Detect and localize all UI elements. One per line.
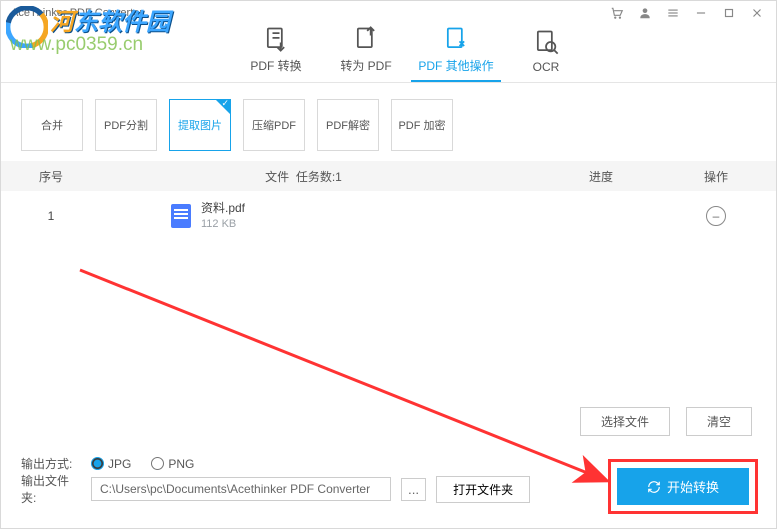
output-format-label: 输出方式: xyxy=(21,455,81,472)
col-file: 文件 任务数:1 xyxy=(81,168,526,185)
col-index: 序号 xyxy=(21,168,81,185)
remove-row-button[interactable]: – xyxy=(706,206,726,226)
output-path-field[interactable]: C:\Users\pc\Documents\Acethinker PDF Con… xyxy=(91,477,391,501)
col-progress: 进度 xyxy=(526,168,676,185)
user-icon[interactable] xyxy=(636,4,654,22)
browse-button[interactable]: ... xyxy=(401,478,426,501)
file-icon xyxy=(171,204,191,228)
subtab-extract-image[interactable]: 提取图片 xyxy=(169,99,231,151)
tab-pdf-other[interactable]: PDF 其他操作 xyxy=(411,25,501,82)
subtab-split[interactable]: PDF分割 xyxy=(95,99,157,151)
refresh-icon xyxy=(647,480,661,494)
clear-button[interactable]: 清空 xyxy=(686,407,752,436)
main-toolbar: PDF 转换 转为 PDF PDF 其他操作 OCR xyxy=(1,25,776,83)
radio-jpg[interactable]: JPG xyxy=(91,457,131,471)
row-index: 1 xyxy=(21,209,81,223)
output-path-label: 输出文件夹: xyxy=(21,472,81,506)
sub-tabs: 合并 PDF分割 提取图片 压缩PDF PDF解密 PDF 加密 xyxy=(1,83,776,161)
titlebar: AceThinker PDF Converter xyxy=(1,1,776,25)
window-title: AceThinker PDF Converter xyxy=(11,7,143,19)
file-size: 112 KB xyxy=(201,217,245,231)
tab-to-pdf[interactable]: 转为 PDF xyxy=(321,25,411,82)
subtab-merge[interactable]: 合并 xyxy=(21,99,83,151)
start-highlight: 开始转换 xyxy=(608,459,758,514)
subtab-encrypt[interactable]: PDF 加密 xyxy=(391,99,453,151)
subtab-decrypt[interactable]: PDF解密 xyxy=(317,99,379,151)
col-operation: 操作 xyxy=(676,168,756,185)
close-icon[interactable] xyxy=(748,4,766,22)
select-file-button[interactable]: 选择文件 xyxy=(580,407,670,436)
table-header: 序号 文件 任务数:1 进度 操作 xyxy=(1,161,776,191)
menu-icon[interactable] xyxy=(664,4,682,22)
start-convert-button[interactable]: 开始转换 xyxy=(617,468,749,505)
table-row: 1 资料.pdf 112 KB – xyxy=(1,191,776,241)
radio-png[interactable]: PNG xyxy=(151,457,194,471)
file-name: 资料.pdf xyxy=(201,201,245,217)
maximize-icon[interactable] xyxy=(720,4,738,22)
subtab-compress[interactable]: 压缩PDF xyxy=(243,99,305,151)
minimize-icon[interactable] xyxy=(692,4,710,22)
open-folder-button[interactable]: 打开文件夹 xyxy=(436,476,530,503)
tab-pdf-convert[interactable]: PDF 转换 xyxy=(231,25,321,82)
cart-icon[interactable] xyxy=(608,4,626,22)
tab-ocr[interactable]: OCR xyxy=(501,28,591,82)
